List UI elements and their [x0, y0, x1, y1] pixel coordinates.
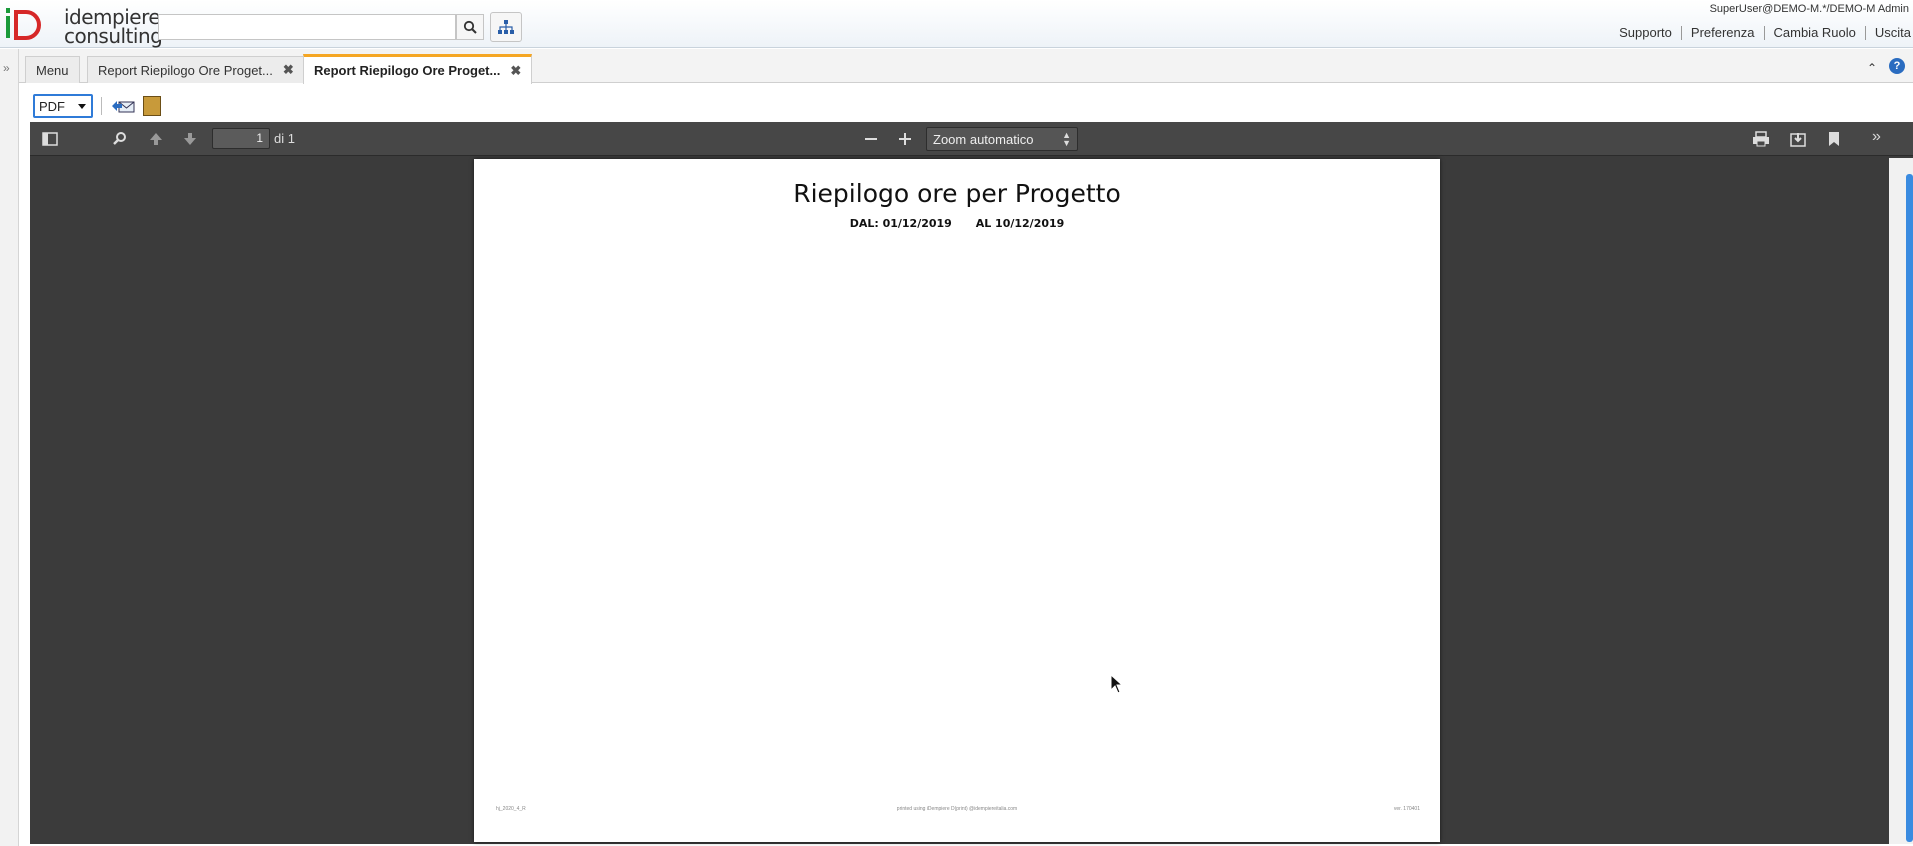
search-button[interactable] [456, 14, 484, 40]
previous-page-icon[interactable] [148, 131, 164, 147]
help-icon[interactable]: ? [1889, 58, 1905, 74]
menu-tree-button[interactable] [490, 12, 522, 42]
next-page-icon[interactable] [182, 131, 198, 147]
logout-link[interactable]: Uscita [1866, 26, 1913, 40]
select-arrows-icon: ▲ ▼ [1062, 130, 1071, 148]
search-icon [463, 20, 477, 34]
scrollbar-thumb[interactable] [1906, 174, 1913, 842]
export-format-select[interactable]: PDF [33, 94, 93, 118]
tab-label: Menu [36, 62, 69, 78]
download-icon[interactable] [1790, 131, 1806, 147]
send-email-icon[interactable] [111, 96, 135, 116]
report-date-range: DAL: 01/12/2019 AL 10/12/2019 [474, 217, 1440, 230]
sidebar-toggle-icon[interactable] [42, 132, 58, 146]
bookmark-icon[interactable] [1828, 131, 1840, 147]
tab-report-2[interactable]: Report Riepilogo Ore Proget... ✖ [303, 54, 533, 84]
app-header: idempiere consulting SuperUser@DEMO-M.*/… [0, 0, 1913, 48]
page-number-input[interactable]: 1 [212, 128, 270, 149]
mouse-cursor-icon [1110, 674, 1124, 694]
change-role-link[interactable]: Cambia Ruolo [1765, 26, 1866, 40]
user-info: SuperUser@DEMO-M.*/DEMO-M Admin [1709, 3, 1909, 15]
footer-printed-by: printed using iDempiere D(print) @idempi… [896, 806, 1018, 812]
collapse-up-icon[interactable]: ⌃ [1867, 61, 1877, 75]
tab-label: Report Riepilogo Ore Proget... [314, 63, 501, 78]
tab-report-1[interactable]: Report Riepilogo Ore Proget... ✖ [87, 56, 305, 83]
zoom-in-icon[interactable] [898, 132, 912, 146]
zoom-select[interactable]: Zoom automatico ▲ ▼ [926, 127, 1078, 151]
global-search-input[interactable] [158, 14, 456, 40]
close-icon[interactable]: ✖ [283, 62, 294, 78]
sitemap-icon [498, 20, 514, 34]
find-icon[interactable] [112, 131, 128, 147]
pdf-toolbar: 1 di 1 Zoom automatico ▲ ▼ » [30, 122, 1913, 156]
tab-bar: Menu Report Riepilogo Ore Proget... ✖ Re… [19, 49, 1913, 84]
date-from: DAL: 01/12/2019 [849, 217, 952, 230]
print-icon[interactable] [1752, 131, 1770, 147]
report-toolbar: PDF [19, 84, 1913, 122]
preferences-link[interactable]: Preferenza [1682, 26, 1765, 40]
report-title: Riepilogo ore per Progetto [793, 179, 1121, 208]
expand-panel-icon[interactable]: » [3, 61, 10, 75]
logo-mark-icon [6, 8, 41, 40]
pdf-viewer: 1 di 1 Zoom automatico ▲ ▼ » Riepilogo or… [30, 122, 1913, 844]
footer-version: ver. 170401 [1393, 806, 1420, 812]
zoom-out-icon[interactable] [864, 132, 878, 146]
tab-label: Report Riepilogo Ore Proget... [98, 62, 273, 78]
archive-icon[interactable] [143, 96, 161, 116]
tab-menu[interactable]: Menu [25, 56, 80, 83]
page-count: di 1 [274, 131, 295, 146]
pdf-page: Riepilogo ore per Progetto DAL: 01/12/20… [474, 159, 1440, 842]
support-link[interactable]: Supporto [1610, 26, 1682, 40]
idempiere-logo[interactable]: idempiere consulting [4, 6, 163, 46]
tools-expand-icon[interactable]: » [1872, 128, 1881, 146]
logo-text: idempiere consulting [64, 5, 163, 48]
date-to: AL 10/12/2019 [975, 217, 1065, 230]
chevron-down-icon [78, 104, 86, 109]
toolbar-divider [101, 97, 102, 115]
close-icon[interactable]: ✖ [510, 63, 521, 79]
top-links: Supporto Preferenza Cambia Ruolo Uscita [1610, 26, 1913, 40]
west-panel-collapsed: » [0, 49, 19, 846]
